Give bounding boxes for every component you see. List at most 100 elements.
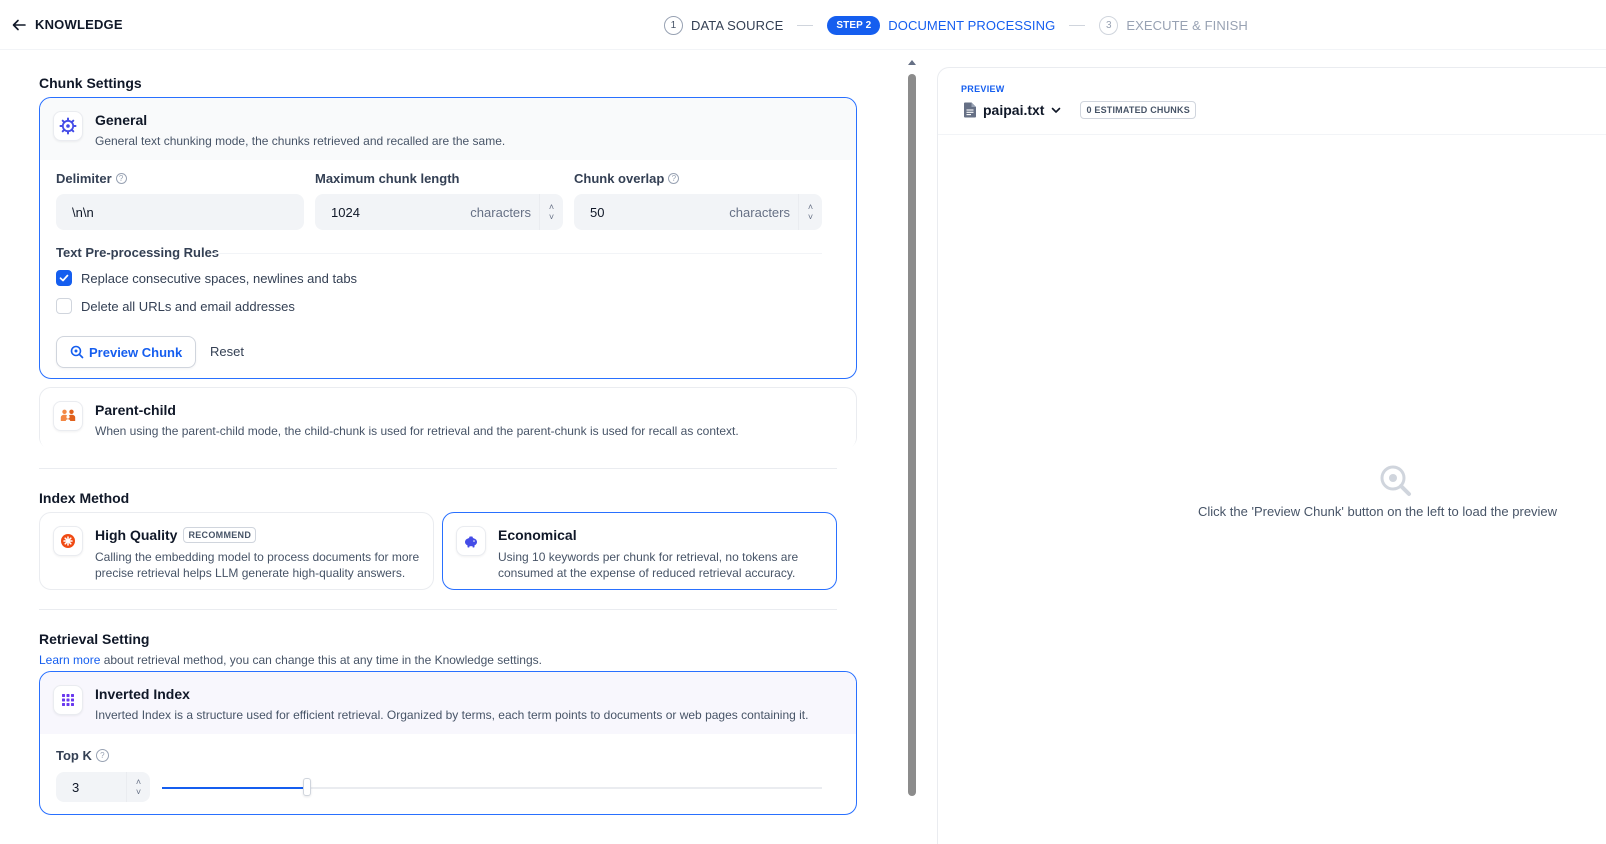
back-arrow-icon[interactable] — [8, 14, 30, 36]
reset-button[interactable]: Reset — [210, 344, 244, 359]
max-chunk-length-value: 1024 — [331, 204, 360, 220]
high-quality-icon — [53, 526, 83, 556]
checkmark-icon — [59, 274, 69, 282]
general-description: General text chunking mode, the chunks r… — [95, 134, 506, 148]
step-separator — [797, 24, 814, 26]
help-icon[interactable]: ? — [115, 173, 127, 184]
delimiter-label: Delimiter ? — [56, 171, 127, 186]
unit-label: characters — [470, 204, 531, 220]
chunk-overlap-label-text: Chunk overlap — [574, 171, 665, 186]
economical-card[interactable]: Economical Using 10 keywords per chunk f… — [442, 512, 837, 590]
top-k-input[interactable]: 3 ˄ ˅ — [56, 772, 150, 802]
file-name: paipai.txt — [983, 102, 1045, 118]
inverted-index-card[interactable]: Inverted Index Inverted Index is a struc… — [39, 671, 857, 815]
step-data-source[interactable]: 1 DATA SOURCE — [664, 15, 784, 35]
grid-icon — [53, 685, 83, 715]
retrieval-help-text: Learn more about retrieval method, you c… — [39, 653, 542, 667]
high-quality-description: Calling the embedding model to process d… — [95, 550, 420, 580]
chevron-up-icon[interactable]: ˄ — [136, 777, 141, 787]
delete-urls-option[interactable]: Delete all URLs and email addresses — [56, 298, 295, 314]
chunk-overlap-label: Chunk overlap ? — [574, 171, 680, 186]
inverted-index-title: Inverted Index — [95, 686, 190, 702]
step-document-processing: STEP 2 DOCUMENT PROCESSING — [827, 15, 1056, 35]
chevron-down-icon[interactable]: ˅ — [808, 212, 813, 222]
step-separator — [1069, 24, 1086, 26]
current-step-pill: STEP 2 — [827, 15, 881, 35]
chevron-down-icon[interactable]: ˅ — [136, 787, 141, 797]
delete-urls-checkbox[interactable] — [56, 298, 72, 314]
index-method-title: Index Method — [39, 490, 130, 506]
step-label: DATA SOURCE — [691, 17, 784, 33]
top-k-label: Top K ? — [56, 748, 109, 763]
estimated-chunks-badge: 0 ESTIMATED CHUNKS — [1080, 101, 1196, 119]
step-execute-finish: 3 EXECUTE & FINISH — [1099, 15, 1248, 35]
empty-preview-message: Click the 'Preview Chunk' button on the … — [1198, 504, 1558, 519]
inverted-index-header: Inverted Index Inverted Index is a struc… — [40, 672, 856, 734]
piggy-bank-icon — [456, 526, 486, 556]
preview-panel: PREVIEW paipai.txt 0 ESTIMATED CHUNKS Cl… — [937, 67, 1606, 844]
section-divider — [39, 468, 837, 469]
section-divider — [39, 609, 837, 610]
scrollbar-thumb[interactable] — [908, 74, 916, 796]
recommend-badge: RECOMMEND — [183, 527, 257, 543]
number-stepper[interactable]: ˄ ˅ — [126, 772, 150, 802]
search-icon — [70, 345, 84, 359]
delimiter-value: \n\n — [72, 204, 94, 220]
parent-child-card-header: Parent-child When using the parent-child… — [40, 388, 856, 450]
scroll-up-arrow-icon[interactable] — [908, 60, 916, 65]
high-quality-title-row: High Quality RECOMMEND — [95, 527, 257, 543]
replace-spaces-checkbox[interactable] — [56, 270, 72, 286]
chevron-up-icon[interactable]: ˄ — [808, 202, 813, 212]
help-icon[interactable]: ? — [95, 749, 109, 762]
retrieval-help-rest: about retrieval method, you can change t… — [100, 653, 542, 667]
document-icon — [964, 102, 976, 118]
replace-spaces-option[interactable]: Replace consecutive spaces, newlines and… — [56, 270, 357, 286]
chunk-settings-title: Chunk Settings — [39, 75, 142, 91]
delimiter-label-text: Delimiter — [56, 171, 112, 186]
learn-more-link[interactable]: Learn more — [39, 653, 100, 667]
file-selector[interactable]: paipai.txt 0 ESTIMATED CHUNKS — [963, 101, 1196, 119]
top-k-slider-fill — [162, 787, 307, 789]
max-chunk-length-label: Maximum chunk length — [315, 171, 460, 186]
parent-child-title: Parent-child — [95, 402, 176, 418]
step-number: 3 — [1099, 15, 1119, 35]
step-label: DOCUMENT PROCESSING — [888, 17, 1056, 33]
top-k-slider-thumb[interactable] — [303, 778, 311, 796]
general-title: General — [95, 112, 148, 128]
general-card-header: General General text chunking mode, the … — [40, 98, 856, 160]
max-chunk-length-input[interactable]: 1024 characters ˄ ˅ — [315, 194, 563, 230]
general-mode-card[interactable]: General General text chunking mode, the … — [39, 97, 857, 379]
high-quality-title: High Quality — [95, 527, 178, 543]
number-stepper[interactable]: ˄ ˅ — [539, 194, 563, 230]
search-empty-icon — [1378, 463, 1414, 502]
step-indicator: 1 DATA SOURCE STEP 2 DOCUMENT PROCESSING… — [664, 14, 1248, 36]
rules-divider — [212, 253, 822, 254]
step-label: EXECUTE & FINISH — [1126, 17, 1248, 33]
chevron-down-icon[interactable]: ˅ — [549, 212, 554, 222]
chunk-overlap-value: 50 — [590, 204, 605, 220]
parent-child-mode-card[interactable]: Parent-child When using the parent-child… — [39, 387, 857, 450]
inverted-index-description: Inverted Index is a structure used for e… — [95, 708, 809, 722]
delete-urls-label: Delete all URLs and email addresses — [81, 298, 295, 314]
top-k-label-text: Top K — [56, 748, 92, 763]
economical-description: Using 10 keywords per chunk for retrieva… — [498, 550, 799, 580]
chevron-up-icon[interactable]: ˄ — [549, 202, 554, 212]
economical-title: Economical — [498, 527, 577, 543]
retrieval-setting-title: Retrieval Setting — [39, 631, 150, 647]
number-stepper[interactable]: ˄ ˅ — [798, 194, 822, 230]
preview-divider — [938, 134, 1606, 135]
high-quality-card[interactable]: High Quality RECOMMEND Calling the embed… — [39, 512, 434, 590]
parent-child-icon — [53, 401, 83, 431]
parent-child-description: When using the parent-child mode, the ch… — [95, 424, 739, 438]
scrollbar[interactable] — [908, 60, 916, 844]
help-icon[interactable]: ? — [668, 173, 680, 184]
chevron-down-icon — [1052, 107, 1061, 113]
chunk-overlap-input[interactable]: 50 characters ˄ ˅ — [574, 194, 822, 230]
preview-chunk-button[interactable]: Preview Chunk — [56, 336, 197, 368]
top-k-value: 3 — [72, 779, 80, 795]
delimiter-input[interactable]: \n\n — [56, 194, 304, 230]
preprocessing-rules-title: Text Pre-processing Rules — [56, 245, 220, 260]
knowledge-title[interactable]: KNOWLEDGE — [35, 17, 123, 32]
preview-chunk-label: Preview Chunk — [89, 344, 183, 360]
top-bar: KNOWLEDGE 1 DATA SOURCE STEP 2 DOCUMENT … — [0, 0, 1606, 50]
